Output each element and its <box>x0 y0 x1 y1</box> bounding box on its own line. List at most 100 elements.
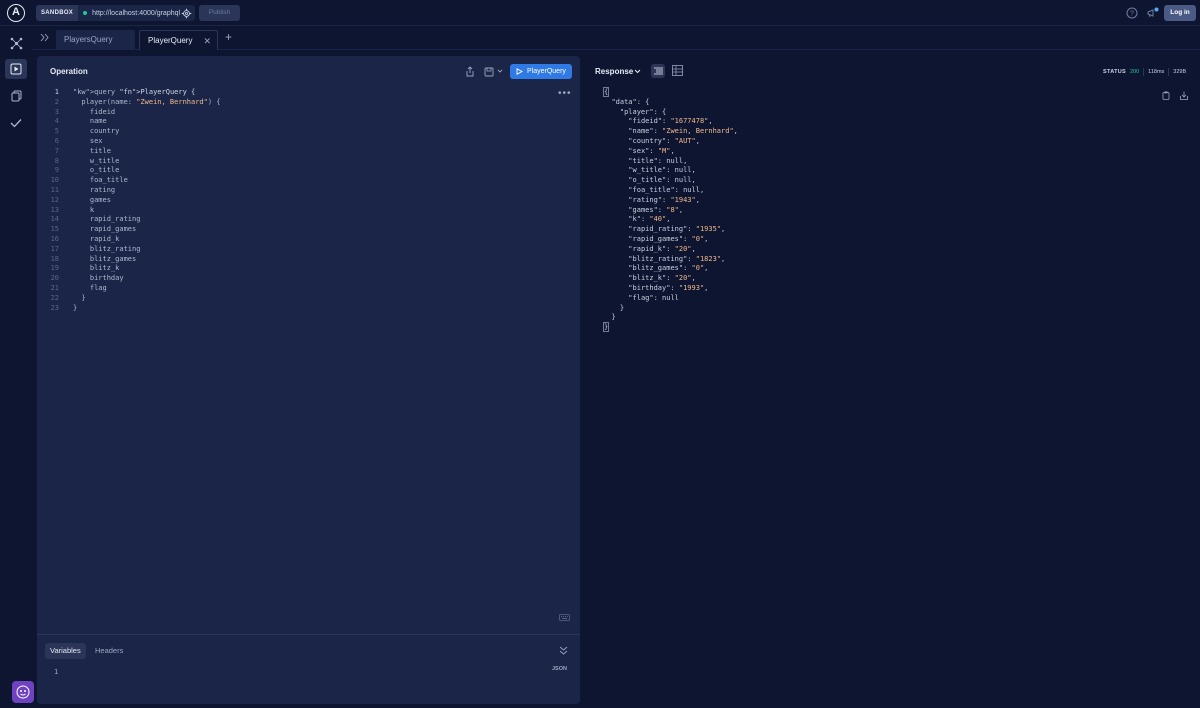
run-query-button[interactable]: PlayerQuery <box>510 64 572 79</box>
code-text: rating <box>73 185 116 194</box>
line-number: 11 <box>50 185 59 194</box>
line-number: 22 <box>50 293 59 302</box>
line-number: 9 <box>54 166 59 175</box>
line-number: 23 <box>50 303 59 312</box>
tab-playersquery[interactable]: PlayersQuery <box>56 30 135 50</box>
format-label: JSON <box>552 666 567 672</box>
publish-button[interactable]: Publish <box>199 5 240 21</box>
code-line: 9 o_title <box>37 166 557 176</box>
save-icon[interactable] <box>484 67 494 77</box>
add-tab-button[interactable]: + <box>225 30 232 44</box>
status-code: 200 <box>1129 69 1140 75</box>
table-view-icon[interactable] <box>672 65 683 76</box>
code-line: 4 name <box>37 117 557 127</box>
share-icon[interactable] <box>465 66 475 77</box>
nav-schema[interactable] <box>5 33 27 53</box>
code-text: rapid_games <box>73 225 137 234</box>
code-text: rapid_k <box>73 234 120 243</box>
code-text: k <box>73 205 95 214</box>
line-number: 18 <box>50 254 59 263</box>
response-field: "blitz_k": "20", <box>628 274 696 283</box>
response-field: "rating": "1943", <box>628 195 700 204</box>
response-line: "player": { <box>619 107 667 116</box>
code-line: 21 flag <box>37 284 557 294</box>
code-text: birthday <box>73 274 124 283</box>
announcement-icon[interactable] <box>1146 7 1159 19</box>
code-line: 19 blitz_k <box>37 264 557 274</box>
keyboard-icon[interactable] <box>559 614 570 621</box>
nav-explorer[interactable] <box>5 59 27 79</box>
code-line: 14 rapid_rating <box>37 215 557 225</box>
line-number: 15 <box>50 225 59 234</box>
text-view-button[interactable] <box>651 64 665 78</box>
response-field: "fideid": "1677478", <box>628 117 713 126</box>
code-text: blitz_games <box>73 254 137 263</box>
top-bar: A SANDBOX http://localhost:4000/graphql … <box>0 0 1200 26</box>
user-avatar-icon <box>16 685 30 699</box>
divider <box>37 634 580 635</box>
tab-label: PlayersQuery <box>64 35 113 44</box>
code-line: 2 player(name: "Zwein, Bernhard") { <box>37 98 557 108</box>
tab-playerquery[interactable]: PlayerQuery ✕ <box>139 30 218 50</box>
line-number: 4 <box>54 117 59 126</box>
line-number: 21 <box>50 283 59 292</box>
code-line: 22 } <box>37 294 557 304</box>
tab-variables[interactable]: Variables <box>45 643 86 659</box>
code-line: 7 title <box>37 147 557 157</box>
line-number: 16 <box>50 234 59 243</box>
response-field: "k": "40", <box>628 215 671 224</box>
line-number: 7 <box>54 146 59 155</box>
code-text: foa_title <box>73 176 128 185</box>
line-number: 13 <box>50 205 59 214</box>
endpoint-url-input[interactable]: http://localhost:4000/graphql <box>92 10 181 17</box>
operation-title: Operation <box>50 67 88 76</box>
operation-editor[interactable]: 1 "kw">query "fn">PlayerQuery {2 player(n… <box>37 88 557 313</box>
response-size: 329B <box>1173 69 1187 75</box>
response-field: "w_title": null, <box>628 166 696 175</box>
response-title[interactable]: Response <box>595 67 633 76</box>
tab-headers[interactable]: Headers <box>95 643 123 659</box>
code-text: fideid <box>73 107 116 116</box>
response-field: "blitz_rating": "1823", <box>628 254 726 263</box>
response-field: "foa_title": null, <box>628 185 705 194</box>
response-body[interactable]: { "data": { "player": { "fideid": "16774… <box>603 87 738 333</box>
response-field: "rapid_rating": "1935", <box>628 225 726 234</box>
code-text: } <box>73 293 86 302</box>
checks-icon <box>10 119 22 128</box>
code-line: 6 sex <box>37 137 557 147</box>
response-field: "o_title": null, <box>628 176 696 185</box>
chevron-down-icon[interactable] <box>634 68 641 75</box>
chevron-down-icon[interactable] <box>497 68 503 74</box>
more-options-button[interactable]: ••• <box>558 88 572 99</box>
response-line: } <box>619 303 625 312</box>
copy-icon[interactable] <box>1162 91 1170 100</box>
divider <box>1143 68 1145 76</box>
nav-collections[interactable] <box>5 86 27 106</box>
response-time: 118ms <box>1148 69 1165 75</box>
text-view-icon <box>653 67 663 75</box>
line-number: 1 <box>54 88 59 96</box>
collapse-icon[interactable] <box>40 33 49 42</box>
login-button[interactable]: Log in <box>1164 5 1196 21</box>
code-line: 8 w_title <box>37 157 557 167</box>
code-line: 13 k <box>37 206 557 216</box>
code-line: 1 "kw">query "fn">PlayerQuery { <box>37 88 557 98</box>
help-icon[interactable]: ? <box>1126 7 1138 19</box>
avatar[interactable] <box>12 681 34 703</box>
endpoint-selector[interactable]: SANDBOX http://localhost:4000/graphql <box>36 5 195 21</box>
chevron-double-down-icon[interactable] <box>559 646 568 655</box>
response-close-brace: } <box>603 322 610 333</box>
code-text: flag <box>73 283 107 292</box>
close-icon[interactable]: ✕ <box>203 31 211 51</box>
nav-checks[interactable] <box>5 113 27 133</box>
line-number: 5 <box>54 127 59 136</box>
line-number: 19 <box>50 264 59 273</box>
divider <box>1168 68 1170 76</box>
gear-icon[interactable] <box>181 8 192 19</box>
download-icon[interactable] <box>1180 91 1188 100</box>
code-line: 17 blitz_rating <box>37 245 557 255</box>
apollo-logo-icon[interactable]: A <box>7 4 25 22</box>
code-line: 18 blitz_games <box>37 255 557 265</box>
line-number: 14 <box>50 215 59 224</box>
code-line: 11 rating <box>37 186 557 196</box>
